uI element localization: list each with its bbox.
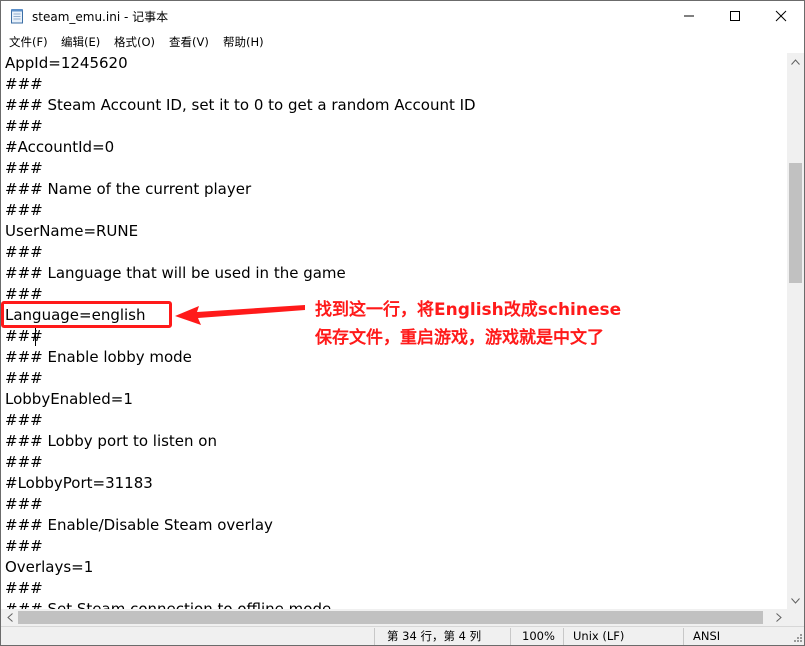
chevron-left-icon <box>6 613 13 622</box>
maximize-button[interactable] <box>712 1 758 31</box>
close-button[interactable] <box>758 1 804 31</box>
scrollbar-corner <box>787 609 804 626</box>
text-caret <box>35 328 36 346</box>
maximize-icon <box>730 11 740 21</box>
line-ending: Unix (LF) <box>573 629 625 643</box>
text-line: ### Name of the current player <box>5 180 252 198</box>
menu-bar: 文件(F) 编辑(E) 格式(O) 查看(V) 帮助(H) <box>1 31 804 51</box>
annotation-arrow-icon <box>175 305 305 325</box>
menu-format[interactable]: 格式(O) <box>114 34 155 50</box>
scroll-right-button[interactable] <box>770 609 787 626</box>
text-line: ### Lobby port to listen on <box>5 432 217 450</box>
vertical-scroll-thumb[interactable] <box>789 163 802 283</box>
text-line: ### Language that will be used in the ga… <box>5 264 346 282</box>
text-line: ### Enable/Disable Steam overlay <box>5 516 273 534</box>
menu-edit[interactable]: 编辑(E) <box>61 34 100 50</box>
horizontal-scroll-thumb[interactable] <box>18 611 763 624</box>
text-line: ### <box>5 579 43 597</box>
minimize-icon <box>684 15 694 17</box>
text-line: ### <box>5 243 43 261</box>
scroll-down-button[interactable] <box>787 592 804 609</box>
notepad-window: steam_emu.ini - 记事本 文件(F) 编辑(E) 格式(O) 查看… <box>0 0 805 646</box>
text-line: AppId=1245620 <box>5 54 128 72</box>
text-line: ### <box>5 411 43 429</box>
annotation-highlight-box <box>1 301 172 328</box>
text-line: ### Steam Account ID, set it to 0 to get… <box>5 96 476 114</box>
menu-help[interactable]: 帮助(H) <box>223 34 264 50</box>
text-line: ### <box>5 75 43 93</box>
vertical-scrollbar[interactable] <box>787 53 804 609</box>
annotation-text-line-1: 找到这一行，将English改成schinese <box>315 300 622 320</box>
text-line: LobbyEnabled=1 <box>5 390 133 408</box>
status-separator <box>563 628 564 645</box>
status-separator <box>683 628 684 645</box>
status-separator <box>374 628 375 645</box>
text-line: UserName=RUNE <box>5 222 139 240</box>
text-line: #LobbyPort=31183 <box>5 474 153 492</box>
text-line: ### Enable lobby mode <box>5 348 192 366</box>
text-line: ### <box>5 495 43 513</box>
chevron-right-icon <box>775 613 782 622</box>
text-line: ### Set Steam connection to offline mode <box>5 600 332 609</box>
menu-view[interactable]: 查看(V) <box>169 34 209 50</box>
resize-grip-icon[interactable] <box>791 631 803 643</box>
title-bar[interactable]: steam_emu.ini - 记事本 <box>1 1 804 31</box>
text-line: ### <box>5 117 43 135</box>
notepad-icon <box>11 9 23 24</box>
encoding: ANSI <box>693 629 721 643</box>
text-line: Overlays=1 <box>5 558 94 576</box>
window-title: steam_emu.ini - 记事本 <box>32 10 169 24</box>
zoom-level: 100% <box>522 629 555 643</box>
text-line: #AccountId=0 <box>5 138 115 156</box>
text-line: ### <box>5 327 43 345</box>
menu-file[interactable]: 文件(F) <box>9 34 48 50</box>
text-line: ### <box>5 453 43 471</box>
text-line: ### <box>5 537 43 555</box>
text-line: ### <box>5 159 43 177</box>
status-bar: 第 34 行，第 4 列 100% Unix (LF) ANSI <box>1 626 804 645</box>
chevron-up-icon <box>791 58 800 65</box>
horizontal-scrollbar[interactable] <box>1 609 787 626</box>
close-icon <box>775 10 787 22</box>
chevron-down-icon <box>791 597 800 604</box>
status-separator <box>510 628 511 645</box>
minimize-button[interactable] <box>666 1 712 31</box>
text-line: ### <box>5 201 43 219</box>
text-line: ### <box>5 369 43 387</box>
annotation-text-line-2: 保存文件，重启游戏，游戏就是中文了 <box>315 328 604 348</box>
scroll-up-button[interactable] <box>787 53 804 70</box>
scroll-left-button[interactable] <box>1 609 18 626</box>
cursor-position: 第 34 行，第 4 列 <box>387 629 482 643</box>
